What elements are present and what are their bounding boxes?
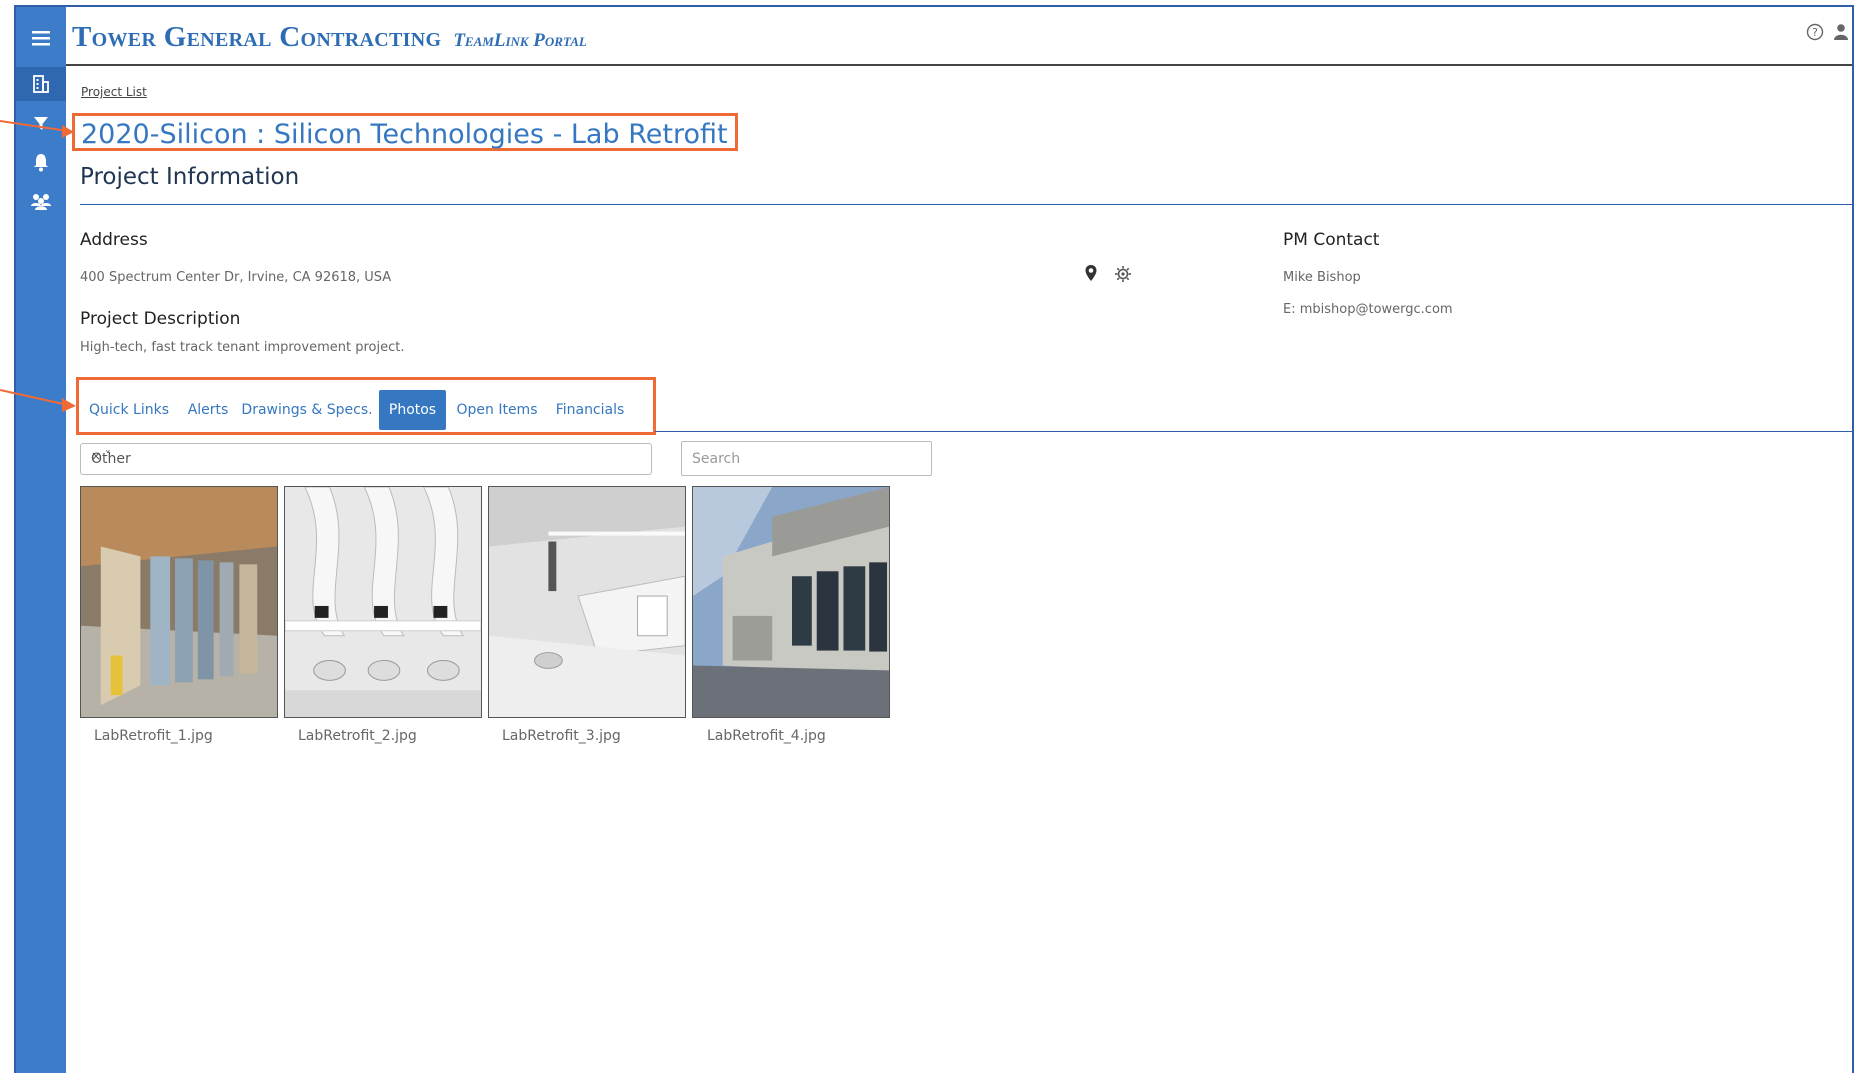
search-input[interactable] [681,441,932,476]
tab-financials[interactable]: Financials [550,390,630,430]
tabs-divider [655,431,1854,432]
tab-open-items[interactable]: Open Items [454,390,540,430]
bell-icon[interactable] [16,145,66,179]
photo-thumbnail-3[interactable] [488,486,686,718]
pm-email[interactable]: E: mbishop@towergc.com [1283,302,1453,317]
user-icon[interactable] [1834,23,1848,45]
photo-caption-2: LabRetrofit_2.jpg [298,728,417,744]
project-title-highlight: 2020-Silicon : Silicon Technologies - La… [72,113,738,151]
brand-name: Tower General Contracting [72,21,442,53]
photo-thumbnail-1[interactable] [80,486,278,718]
project-title: 2020-Silicon : Silicon Technologies - La… [81,119,728,150]
photo-caption-4: LabRetrofit_4.jpg [707,728,826,744]
photo-caption-3: LabRetrofit_3.jpg [502,728,621,744]
address-value: 400 Spectrum Center Dr, Irvine, CA 92618… [80,270,392,285]
brand-portal-name: TeamLink Portal [453,30,587,51]
annotation-arrow-title [0,120,74,138]
address-label: Address [80,230,148,250]
settings-gear-icon[interactable] [1114,264,1132,284]
building-icon[interactable] [16,67,66,101]
section-title: Project Information [80,164,300,190]
category-select[interactable]: Other × ˅ [80,443,652,475]
breadcrumb-project-list[interactable]: Project List [81,85,147,99]
menu-icon[interactable] [16,21,66,55]
map-pin-icon[interactable] [1082,263,1100,283]
select-clear-caret-icon[interactable]: × ˅ [91,449,643,463]
brand-logo: Tower General Contracting TeamLink Porta… [72,21,587,54]
photo-thumbnail-4[interactable] [692,486,890,718]
pm-name: Mike Bishop [1283,270,1361,285]
help-icon[interactable]: ? [1806,23,1824,45]
header-bar: Tower General Contracting TeamLink Porta… [66,7,1852,66]
photo-caption-1: LabRetrofit_1.jpg [94,728,213,744]
users-icon[interactable] [16,184,66,218]
tab-photos[interactable]: Photos [379,390,446,430]
svg-text:?: ? [1812,26,1818,39]
pm-contact-label: PM Contact [1283,230,1380,250]
tab-quick-links[interactable]: Quick Links [84,390,174,430]
tab-alerts[interactable]: Alerts [182,390,234,430]
sidebar [16,7,66,1073]
annotation-arrow-tabs [0,389,76,412]
description-label: Project Description [80,309,241,329]
section-divider [80,204,1854,205]
photo-thumbnail-2[interactable] [284,486,482,718]
tab-drawings-specs[interactable]: Drawings & Specs. [241,390,372,430]
description-value: High-tech, fast track tenant improvement… [80,340,405,355]
